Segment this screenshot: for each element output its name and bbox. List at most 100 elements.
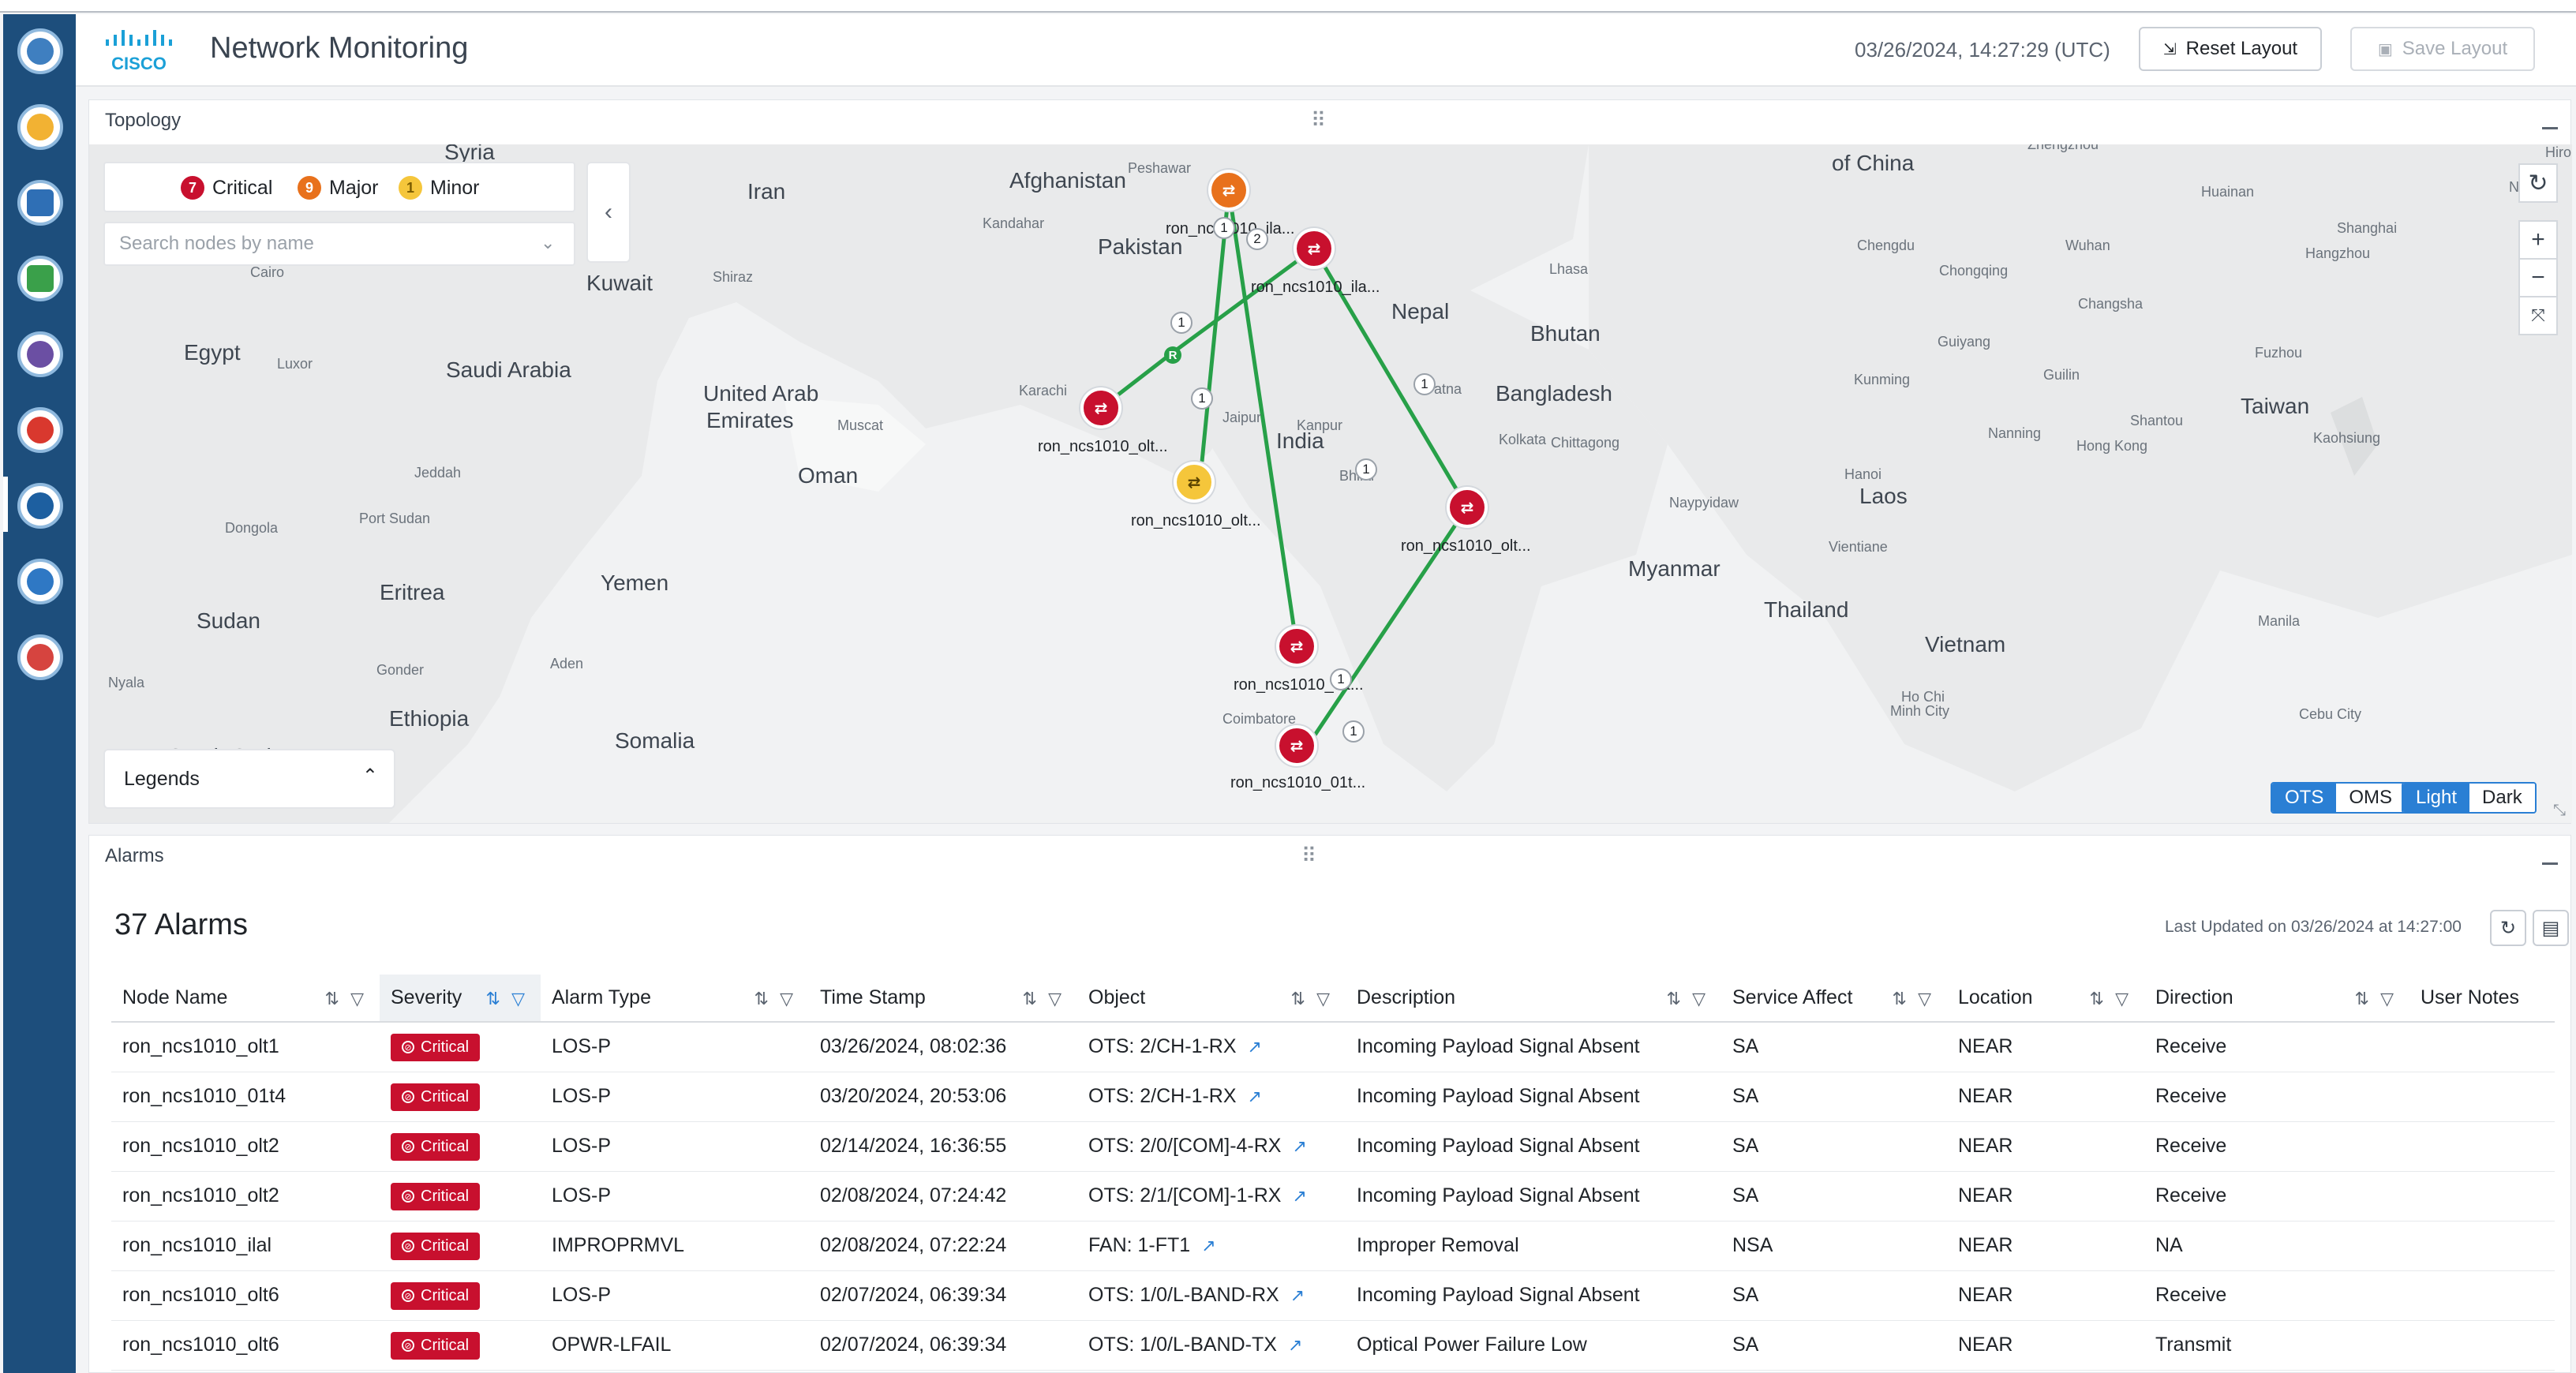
external-link-icon[interactable]: ↗	[1248, 1037, 1262, 1057]
sort-filter-icon[interactable]: ⇅ ▽	[1023, 989, 1065, 1009]
resize-handle-icon[interactable]: ⤡	[2553, 802, 2566, 820]
router-icon: ⇄	[1460, 499, 1474, 517]
link-count-badge[interactable]: 1	[1191, 387, 1213, 410]
map-label: Jaipur	[1222, 410, 1262, 425]
table-row[interactable]: ron_ncs1010_ilal ⊘ Critical IMPROPRMVL 02/08…	[111, 1221, 2555, 1271]
severity-critical[interactable]: 7 Critical	[181, 176, 272, 200]
table-cell: ron_ncs1010_olt1	[111, 1022, 380, 1072]
zoom-in-icon[interactable]: +	[2518, 220, 2558, 260]
sort-filter-icon[interactable]: ⇅ ▽	[2355, 989, 2397, 1009]
topology-drag-handle[interactable]: ⠿	[1311, 108, 1327, 133]
column-header[interactable]: Object ⇅ ▽	[1077, 975, 1346, 1023]
topology-node[interactable]: ⇄	[1447, 487, 1488, 528]
topology-node[interactable]: ⇄	[1208, 170, 1249, 211]
column-header-label: Node Name	[122, 986, 228, 1008]
table-cell	[2409, 1320, 2555, 1371]
topology-node[interactable]: ⇄	[1276, 626, 1317, 667]
column-header[interactable]: Alarm Type ⇅ ▽	[541, 975, 809, 1023]
map-label: Laos	[1859, 484, 1908, 508]
topology-map[interactable]: Syria Iran Afghanistan Peshawar of China Kand…	[89, 144, 2572, 823]
column-header[interactable]: Location ⇅ ▽	[1947, 975, 2144, 1023]
link-count-badge[interactable]: 1	[1342, 720, 1365, 743]
topology-node[interactable]: ⇄	[1294, 228, 1335, 269]
topology-node[interactable]: ⇄	[1174, 462, 1215, 503]
external-link-icon[interactable]: ↗	[1292, 1136, 1306, 1156]
alarms-minimize-button[interactable]	[2542, 862, 2558, 865]
legends-panel[interactable]: Legends ⌃	[103, 749, 395, 809]
column-header[interactable]: Node Name ⇅ ▽	[111, 975, 380, 1023]
oms-toggle[interactable]: OMS	[2336, 784, 2406, 812]
table-row[interactable]: ron_ncs1010_olt2 ⊘ Critical LOS-P 02/14/2024…	[111, 1121, 2555, 1172]
link-count-badge[interactable]: 1	[1413, 373, 1436, 395]
sort-filter-icon[interactable]: ⇅ ▽	[2090, 989, 2132, 1009]
sort-filter-icon[interactable]: ⇅ ▽	[325, 989, 367, 1009]
cisco-logo: CISCO	[106, 30, 172, 73]
dashboard-icon[interactable]	[17, 28, 63, 74]
export-icon[interactable]: ▤	[2533, 910, 2569, 946]
collapse-panel-button[interactable]: ‹	[586, 162, 631, 263]
table-row[interactable]: ron_ncs1010_olt2 ⊘ Critical LOS-P 02/08/2024…	[111, 1171, 2555, 1221]
topology-node[interactable]: ⇄	[1276, 725, 1317, 766]
column-header[interactable]: Service Affect ⇅ ▽	[1721, 975, 1947, 1023]
service-icon[interactable]	[17, 180, 63, 226]
search-nodes-input[interactable]: Search nodes by name	[103, 222, 575, 266]
link-count-badge[interactable]: 1	[1355, 458, 1377, 481]
table-cell: Receive	[2144, 1022, 2409, 1072]
ots-toggle[interactable]: OTS	[2272, 784, 2337, 812]
link-count-badge[interactable]: 1	[1170, 312, 1193, 334]
light-theme-toggle[interactable]: Light	[2403, 784, 2470, 812]
topology-minimize-button[interactable]	[2542, 127, 2558, 129]
refresh-alarms-icon[interactable]: ↻	[2490, 910, 2526, 946]
refresh-map-icon[interactable]: ↻	[2518, 163, 2558, 203]
network-monitoring-icon[interactable]	[17, 483, 63, 529]
table-cell: SA	[1721, 1171, 1947, 1221]
topology-node[interactable]: ⇄	[1080, 387, 1121, 428]
external-link-icon[interactable]: ↗	[1248, 1087, 1262, 1106]
reset-layout-label: Reset Layout	[2185, 38, 2298, 59]
map-label: Hiro	[2545, 144, 2572, 160]
link-count-badge[interactable]: 1	[1213, 217, 1235, 239]
external-link-icon[interactable]: ↗	[1292, 1186, 1306, 1206]
sort-filter-icon[interactable]: ⇅ ▽	[1893, 989, 1934, 1009]
table-row[interactable]: ron_ncs1010_olt6 ⊘ Critical OPWR-LFAIL 02/07…	[111, 1320, 2555, 1371]
external-link-icon[interactable]: ↗	[1288, 1335, 1302, 1355]
external-link-icon[interactable]: ↗	[1201, 1236, 1215, 1255]
zoom-out-icon[interactable]: −	[2518, 258, 2558, 297]
severity-badge: ⊘ Critical	[391, 1182, 481, 1210]
topology-icon[interactable]	[17, 559, 63, 604]
save-layout-button[interactable]: ▣ Save Layout	[2350, 27, 2535, 71]
table-row[interactable]: ron_ncs1010_olt6 ⊘ Critical LOS-P 02/07/2024…	[111, 1270, 2555, 1321]
severity-badge: ⊘ Critical	[391, 1132, 481, 1161]
table-row[interactable]: ron_ncs1010_olt1 ⊘ Critical LOS-P 03/26/2024…	[111, 1022, 2555, 1072]
column-header[interactable]: Direction ⇅ ▽	[2144, 975, 2409, 1023]
inventory-icon[interactable]	[17, 256, 63, 301]
reset-layout-button[interactable]: ⇲ Reset Layout	[2139, 27, 2322, 71]
severity-badge: ⊘ Critical	[391, 1232, 481, 1260]
chevron-down-icon[interactable]: ⌄	[541, 233, 555, 253]
column-header[interactable]: Description ⇅ ▽	[1346, 975, 1721, 1023]
severity-minor[interactable]: 1 Minor	[399, 176, 480, 200]
provisioning-icon[interactable]	[17, 331, 63, 377]
external-link-icon[interactable]: ↗	[1290, 1285, 1305, 1305]
table-row[interactable]: ron_ncs1010_01t4 ⊘ Critical LOS-P 03/20/2024…	[111, 1072, 2555, 1122]
severity-major[interactable]: 9 Major	[298, 176, 379, 200]
link-count-badge[interactable]: 1	[1330, 668, 1352, 690]
column-header[interactable]: User Notes	[2409, 975, 2555, 1023]
column-header[interactable]: Time Stamp ⇅ ▽	[809, 975, 1077, 1023]
sort-filter-icon[interactable]: ⇅ ▽	[1291, 989, 1333, 1009]
link-count-badge[interactable]: 2	[1246, 228, 1268, 250]
link-marker-r[interactable]: R	[1164, 346, 1181, 364]
column-header[interactable]: Severity ⇅ ▽	[380, 975, 541, 1023]
sorted-filter-icon[interactable]: ⇅ ▽	[486, 989, 528, 1009]
sort-filter-icon[interactable]: ⇅ ▽	[754, 989, 796, 1009]
diagnostics-icon[interactable]	[17, 634, 63, 680]
map-label: Ethiopia	[389, 706, 470, 731]
fit-view-icon[interactable]: ⤧	[2518, 296, 2558, 335]
dark-theme-toggle[interactable]: Dark	[2469, 784, 2535, 812]
severity-badge-label: Critical	[421, 1236, 470, 1255]
sort-filter-icon[interactable]: ⇅ ▽	[1667, 989, 1709, 1009]
alerts-icon[interactable]	[17, 407, 63, 453]
device-manager-icon[interactable]	[17, 104, 63, 150]
alarms-drag-handle[interactable]: ⠿	[1301, 844, 1317, 868]
map-label: Port Sudan	[359, 511, 431, 526]
